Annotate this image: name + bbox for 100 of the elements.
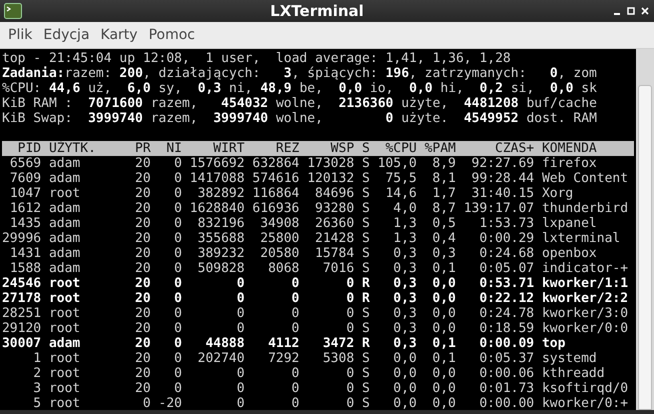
table-cell: 24546 <box>2 276 42 291</box>
table-cell: 0,3 <box>393 336 417 351</box>
menu-item[interactable]: Karty <box>96 25 143 45</box>
table-cell: 0:22.12 <box>479 291 534 306</box>
table-cell: 0 <box>174 306 182 321</box>
table-cell-text: adam <box>48 231 80 246</box>
table-cell: 1435 <box>10 216 42 231</box>
column-header: REZ <box>276 141 300 156</box>
table-cell: 84696 <box>315 186 354 201</box>
table-cell: 8068 <box>268 261 300 276</box>
table-cell: 0 <box>142 396 151 411</box>
table-cell-text: adam <box>48 171 80 186</box>
column-header: %PAM <box>424 141 456 156</box>
table-cell: 0 <box>174 156 182 171</box>
table-cell: 20 <box>135 261 151 276</box>
table-cell: 0,3 <box>393 246 417 261</box>
table-cell: 20 <box>135 306 151 321</box>
table-cell: 7292 <box>268 351 300 366</box>
summary-line: Zadania:razem: 200, działających: 3, śpiących: 196, zatrzymanych: 0, zom <box>2 66 598 81</box>
table-cell: 20 <box>135 321 151 336</box>
table-cell: 5 <box>33 396 42 411</box>
table-cell-text: lxpanel <box>540 216 597 231</box>
table-cell: -20 <box>158 396 182 411</box>
table-cell: 0:05.37 <box>479 351 534 366</box>
table-cell: 0 <box>174 261 182 276</box>
table-cell: 20 <box>135 201 151 216</box>
table-cell: 632864 <box>252 156 300 171</box>
table-cell-text: root <box>48 306 80 321</box>
table-cell: 20 <box>135 156 151 171</box>
table-cell-text: adam <box>48 156 80 171</box>
table-cell: S <box>362 381 370 396</box>
table-cell: 20 <box>135 336 151 351</box>
table-cell: 0,0 <box>432 366 456 381</box>
table-cell: 0 <box>236 276 245 291</box>
table-cell-text: kworker/3:0 <box>540 306 628 321</box>
table-cell: 8,1 <box>432 171 456 186</box>
table-cell: 1,7 <box>432 186 456 201</box>
table-cell: 34908 <box>260 216 300 231</box>
table-cell: 0 <box>292 321 300 336</box>
table-cell: 0:53.71 <box>479 276 534 291</box>
table-cell: 0 <box>174 366 182 381</box>
table-cell: 0 <box>346 276 354 291</box>
table-cell: 27178 <box>2 291 42 306</box>
table-cell-text: root <box>48 276 80 291</box>
menu-item[interactable]: Plik <box>3 25 38 45</box>
table-cell: 0 <box>236 396 245 411</box>
scrollbar-thumb[interactable] <box>638 85 652 410</box>
table-cell-text: root <box>48 351 80 366</box>
close-icon[interactable] <box>640 6 650 16</box>
table-cell: 0:24.68 <box>479 246 534 261</box>
table-cell: 574616 <box>252 171 300 186</box>
table-cell: S <box>362 216 370 231</box>
column-header: PID <box>18 141 42 156</box>
table-cell: 20 <box>135 171 151 186</box>
table-cell: 0 <box>174 186 182 201</box>
table-cell: 3 <box>33 381 42 396</box>
column-header: S <box>362 141 370 156</box>
table-cell: 389232 <box>198 246 245 261</box>
table-cell: 0,1 <box>432 336 456 351</box>
table-cell: 93280 <box>315 201 354 216</box>
table-cell: 7016 <box>322 261 354 276</box>
table-cell: 0,0 <box>432 396 456 411</box>
table-cell: 3472 <box>322 336 354 351</box>
table-cell: 0:00.29 <box>479 231 534 246</box>
table-cell: 0:05.07 <box>479 261 534 276</box>
table-cell-text: Web Content <box>540 171 628 186</box>
table-cell-text: root <box>48 396 80 411</box>
table-cell: 20 <box>135 381 151 396</box>
table-cell: 0,3 <box>393 261 417 276</box>
scrollbar[interactable] <box>636 49 654 410</box>
table-cell: 20 <box>135 231 151 246</box>
table-cell: 0,3 <box>432 246 456 261</box>
table-cell: 0,3 <box>393 321 417 336</box>
table-cell: 0 <box>346 321 354 336</box>
table-cell: 0 <box>174 321 182 336</box>
table-cell: 20 <box>135 366 151 381</box>
table-cell-text: adam <box>48 336 80 351</box>
summary-line: KiB RAM : 7071600 razem, 454032 wolne, 2136360 użyte, 4481208 buf/cache <box>2 96 598 111</box>
column-header: NI <box>166 141 182 156</box>
table-cell: S <box>362 351 370 366</box>
maximize-icon[interactable] <box>626 6 636 16</box>
table-cell: 20 <box>135 351 151 366</box>
table-cell: 99:28.44 <box>472 171 534 186</box>
menu-item[interactable]: Pomoc <box>144 25 200 45</box>
table-cell: 7609 <box>10 171 42 186</box>
window-title: LXTerminal <box>269 2 365 20</box>
menu-item[interactable]: Edycja <box>38 25 95 45</box>
table-cell: 1:53.73 <box>479 216 534 231</box>
table-cell: 1612 <box>10 201 42 216</box>
table-cell: 0:00.06 <box>479 366 534 381</box>
table-cell: 20 <box>135 186 151 201</box>
summary-line: KiB Swap: 3999740 razem, 3999740 wolne, 0 użyte. 4549952 dost. RAM <box>2 111 598 126</box>
table-cell: 0 <box>236 366 245 381</box>
table-cell: 1417088 <box>190 171 245 186</box>
table-cell-text: kworker/0:0 <box>540 321 628 336</box>
table-cell: 0 <box>292 291 300 306</box>
column-header: WIRT <box>213 141 245 156</box>
table-cell: R <box>362 276 370 291</box>
table-cell: 0,3 <box>393 276 417 291</box>
table-cell: 6569 <box>10 156 42 171</box>
